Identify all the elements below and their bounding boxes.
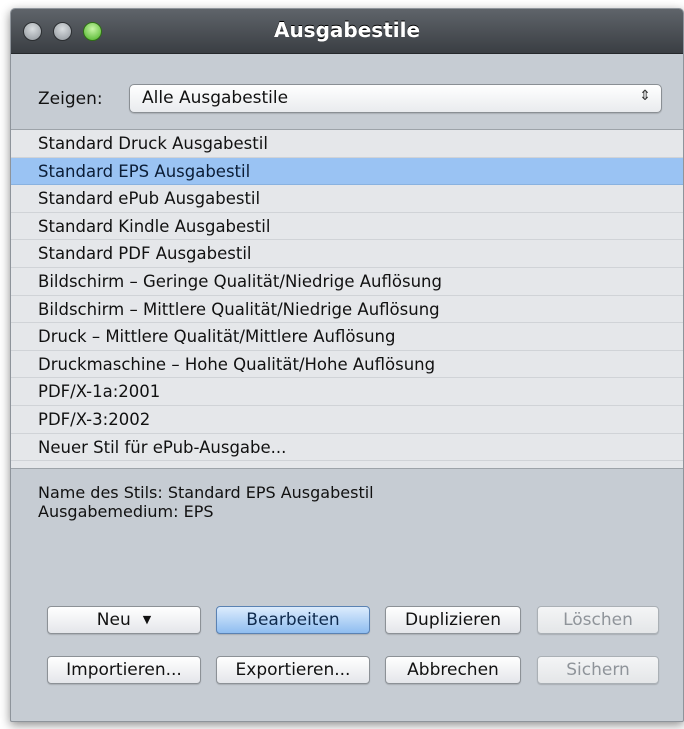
- popup-arrows-icon: ⇕: [639, 88, 651, 104]
- style-name-line: Name des Stils: Standard EPS Ausgabestil: [38, 483, 374, 502]
- delete-button[interactable]: Löschen: [537, 606, 659, 634]
- style-list-item[interactable]: Standard EPS Ausgabestil: [11, 157, 683, 186]
- edit-button[interactable]: Bearbeiten: [216, 606, 370, 634]
- show-filter-popup[interactable]: Alle Ausgabestile ⇕: [129, 84, 662, 113]
- new-button[interactable]: Neu ▼: [47, 606, 201, 634]
- style-list-item[interactable]: Standard ePub Ausgabestil: [11, 185, 683, 213]
- output-style-list[interactable]: Standard Druck Ausgabestil Standard EPS A…: [11, 129, 683, 469]
- title-bar[interactable]: Ausgabestile: [11, 9, 683, 54]
- show-filter-value: Alle Ausgabestile: [142, 88, 289, 108]
- style-list-item[interactable]: Bildschirm – Geringe Qualität/Niedrige A…: [11, 268, 683, 296]
- style-list-item[interactable]: Standard Druck Ausgabestil: [11, 130, 683, 158]
- style-list-item[interactable]: Druckmaschine – Hohe Qualität/Hohe Auflö…: [11, 351, 683, 379]
- new-button-label: Neu: [96, 610, 131, 630]
- style-list-item[interactable]: Neuer Stil für ePub-Ausgabe...: [11, 434, 683, 462]
- style-medium-line: Ausgabemedium: EPS: [38, 502, 214, 521]
- style-list-item[interactable]: Druck – Mittlere Qualität/Mittlere Auflö…: [11, 323, 683, 351]
- dropdown-arrow-icon: ▼: [142, 613, 152, 626]
- save-button[interactable]: Sichern: [537, 656, 659, 684]
- import-button[interactable]: Importieren...: [47, 656, 201, 684]
- style-list-item[interactable]: Standard Kindle Ausgabestil: [11, 213, 683, 241]
- style-list-item[interactable]: PDF/X-1a:2001: [11, 378, 683, 406]
- window-title: Ausgabestile: [273, 18, 421, 42]
- show-filter-label: Zeigen:: [38, 89, 103, 109]
- style-list-item[interactable]: PDF/X-3:2002: [11, 406, 683, 434]
- style-list-item[interactable]: Standard PDF Ausgabestil: [11, 240, 683, 268]
- output-styles-dialog: Ausgabestile Zeigen: Alle Ausgabestile ⇕…: [10, 8, 684, 722]
- duplicate-button[interactable]: Duplizieren: [385, 606, 521, 634]
- export-button[interactable]: Exportieren...: [216, 656, 370, 684]
- cancel-button[interactable]: Abbrechen: [385, 656, 521, 684]
- style-list-item[interactable]: Bildschirm – Mittlere Qualität/Niedrige …: [11, 296, 683, 324]
- style-details: Name des Stils: Standard EPS Ausgabestil…: [38, 483, 374, 521]
